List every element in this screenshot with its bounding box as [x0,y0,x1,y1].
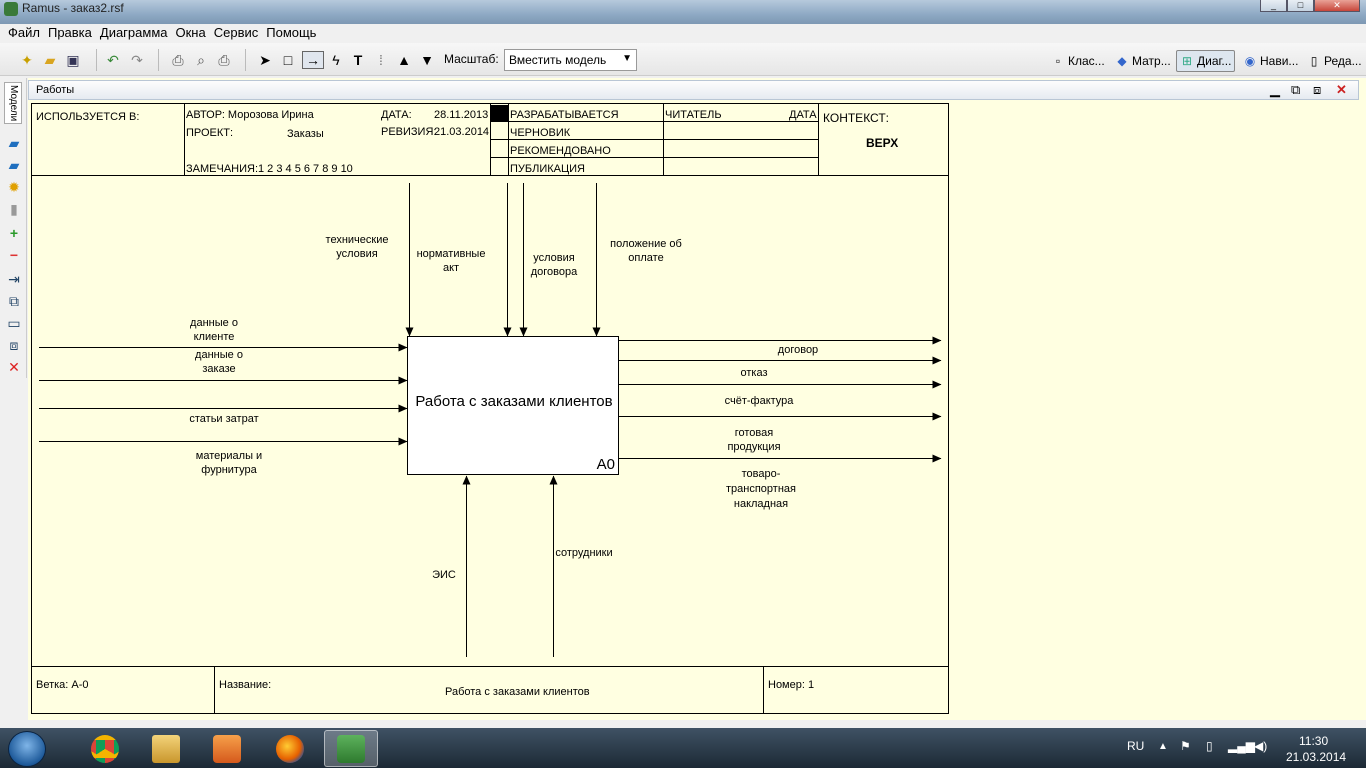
activity-box-a0[interactable]: Работа с заказами клиентов А0 [407,336,619,475]
ramus-taskbar-icon[interactable] [324,730,378,767]
output-label-waybill[interactable]: товаро- транспортная накладная [716,467,806,512]
firefox-taskbar-icon[interactable] [263,730,317,767]
mechanism-label-staff[interactable]: сотрудники [549,546,619,560]
control-label-payment[interactable]: положение об оплате [602,237,690,265]
control-label-tech[interactable]: технические условия [316,233,398,261]
control-label-contract[interactable]: условия договора [514,251,594,279]
input-label-order[interactable]: данные о заказе [179,348,259,376]
chrome-taskbar-icon[interactable] [78,730,132,767]
input-label-costs[interactable]: статьи затрат [174,412,274,426]
windows-taskbar: RU ▲ ⚑ ▯ ▂▄▆ ◀) 11:30 21.03.2014 [0,728,1366,768]
output-label-invoice[interactable]: счёт-фактура [714,394,804,408]
show-hidden-icons-icon[interactable]: ▲ [1158,741,1168,752]
battery-icon[interactable]: ▯ [1206,739,1213,753]
language-indicator[interactable]: RU [1127,739,1144,753]
activity-number: А0 [596,456,615,473]
action-center-flag-icon[interactable]: ⚑ [1180,739,1191,753]
control-label-norm[interactable]: нормативные акт [410,247,492,275]
clock-time[interactable]: 11:30 [1299,734,1328,748]
input-label-materials[interactable]: материалы и фурнитура [184,449,274,477]
clock-date[interactable]: 21.03.2014 [1286,750,1346,764]
volume-icon[interactable]: ◀) [1254,739,1267,753]
mechanism-label-eis[interactable]: ЭИС [424,568,464,582]
output-label-contract[interactable]: договор [758,343,838,357]
explorer-taskbar-icon[interactable] [139,730,193,767]
start-button[interactable] [8,731,46,767]
idef0-arrows [39,183,942,657]
activity-name: Работа с заказами клиентов [415,393,613,410]
output-label-refusal[interactable]: отказ [724,366,784,380]
output-label-product[interactable]: готовая продукция [714,426,794,454]
network-signal-icon[interactable]: ▂▄▆ [1228,739,1255,753]
input-label-client[interactable]: данные о клиенте [174,316,254,344]
media-player-taskbar-icon[interactable] [200,730,254,767]
